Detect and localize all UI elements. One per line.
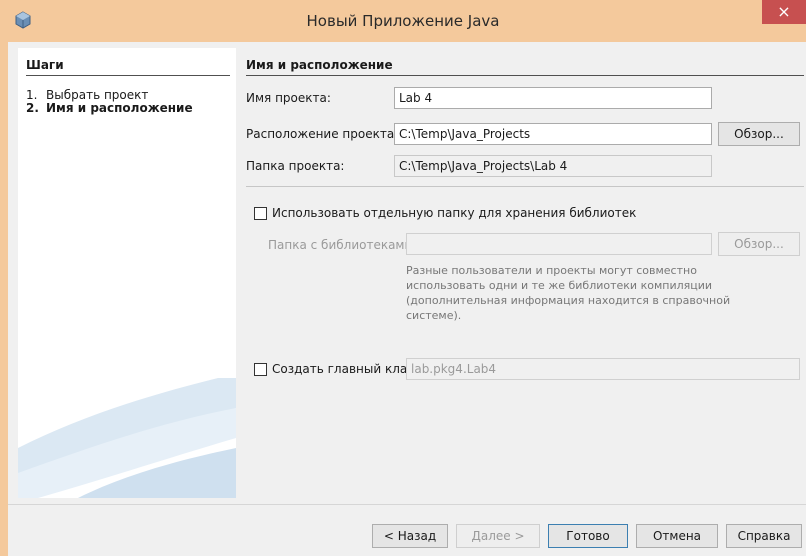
- cancel-button[interactable]: Отмена: [636, 524, 718, 548]
- content-divider: [246, 186, 804, 187]
- dialog-window: Новый Приложение Java × Шаги 1. Выбрать п…: [0, 0, 806, 556]
- step-label: Выбрать проект: [46, 88, 149, 102]
- main-class-checkbox[interactable]: [254, 363, 267, 376]
- footer-divider: [8, 504, 806, 505]
- steps-divider: [26, 75, 230, 76]
- browse-libs-button[interactable]: Обзор...: [718, 232, 800, 256]
- step-number: 1.: [26, 88, 38, 102]
- separate-libs-label[interactable]: Использовать отдельную папку для хранени…: [272, 206, 636, 220]
- section-title: Имя и расположение: [246, 58, 393, 72]
- step-label: Имя и расположение: [46, 101, 193, 115]
- step-item-current: 2. Имя и расположение: [26, 101, 193, 115]
- project-name-label: Имя проекта:: [246, 91, 331, 105]
- window-title: Новый Приложение Java: [306, 12, 500, 30]
- browse-location-button[interactable]: Обзор...: [718, 122, 800, 146]
- project-folder-field: C:\Temp\Java_Projects\Lab 4: [394, 155, 712, 177]
- help-button[interactable]: Справка: [726, 524, 802, 548]
- next-button[interactable]: Далее >: [456, 524, 540, 548]
- section-divider: [246, 75, 804, 76]
- project-folder-label: Папка проекта:: [246, 159, 345, 173]
- wizard-decoration: [18, 378, 236, 498]
- project-location-input[interactable]: C:\Temp\Java_Projects: [394, 123, 712, 145]
- steps-title: Шаги: [26, 58, 64, 72]
- window-frame-left: [0, 42, 8, 556]
- steps-panel: Шаги 1. Выбрать проект 2. Имя и расположен…: [18, 48, 236, 498]
- libs-info-text: Разные пользователи и проекты могут совм…: [406, 264, 731, 322]
- main-class-input[interactable]: lab.pkg4.Lab4: [406, 358, 800, 380]
- title-bar[interactable]: Новый Приложение Java ×: [0, 0, 806, 42]
- project-name-input[interactable]: Lab 4: [394, 87, 712, 109]
- libs-folder-label: Папка с библиотеками:: [268, 238, 417, 252]
- main-class-label[interactable]: Создать главный класс: [272, 362, 420, 376]
- project-location-label: Расположение проекта:: [246, 127, 399, 141]
- step-number: 2.: [26, 101, 39, 115]
- libs-folder-input[interactable]: [406, 233, 712, 255]
- close-button[interactable]: ×: [762, 0, 806, 24]
- back-button[interactable]: < Назад: [372, 524, 448, 548]
- step-item: 1. Выбрать проект: [26, 88, 148, 102]
- finish-button[interactable]: Готово: [548, 524, 628, 548]
- separate-libs-checkbox[interactable]: [254, 207, 267, 220]
